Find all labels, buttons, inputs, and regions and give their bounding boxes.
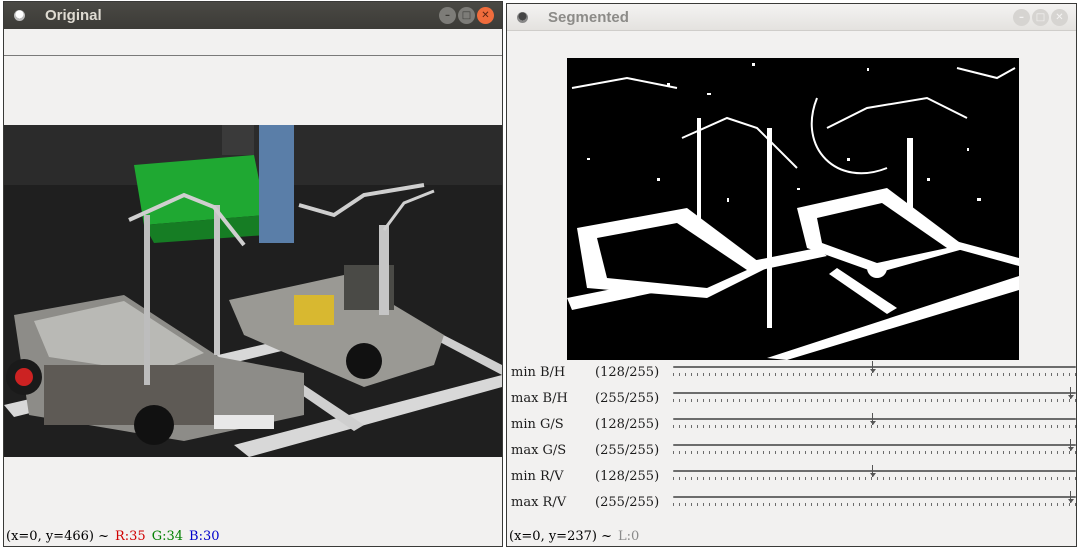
trackbar-slider[interactable]	[673, 387, 1076, 403]
trackbar-slider[interactable]	[673, 491, 1076, 507]
pixel-green: G:34	[151, 528, 184, 544]
trackbar-label: max B/H	[511, 391, 568, 406]
trackbar-ticks	[673, 451, 1076, 454]
minimize-icon[interactable]: –	[1013, 9, 1030, 26]
trackbar-handle[interactable]	[870, 361, 877, 373]
trackbar-slider[interactable]	[673, 413, 1076, 429]
trackbar-label: min R/V	[511, 469, 564, 484]
trackbar-handle[interactable]	[1068, 491, 1075, 503]
cursor-coords: (x=0, y=237) ~	[509, 528, 612, 544]
trackbar-slider[interactable]	[673, 439, 1076, 455]
binary-mask	[567, 58, 1019, 360]
robots-photo	[4, 125, 502, 457]
trackbar-groove	[673, 392, 1076, 394]
trackbar-value: (128/255)	[595, 417, 660, 432]
original-image[interactable]	[4, 125, 502, 457]
minimize-icon[interactable]: –	[439, 7, 456, 24]
segmented-window[interactable]: Segmented – □ ✕ min B/H (128/255) max B/…	[506, 3, 1077, 547]
trackbar-value: (255/255)	[595, 495, 660, 510]
original-titlebar[interactable]: Original – □ ✕	[4, 2, 502, 29]
segmented-title: Segmented	[548, 8, 629, 26]
trackbar-label: max R/V	[511, 495, 567, 510]
maximize-icon[interactable]: □	[1032, 9, 1049, 26]
trackbar-panel: min B/H (128/255) max B/H (255/255) min G/S (…	[507, 359, 1077, 515]
trackbar-value: (255/255)	[595, 391, 660, 406]
trackbar-row: min B/H (128/255)	[507, 359, 1077, 385]
trackbar-row: min R/V (128/255)	[507, 463, 1077, 489]
window-controls: – □ ✕	[439, 7, 494, 24]
original-title: Original	[45, 7, 102, 24]
segmented-image[interactable]	[567, 58, 1019, 360]
maximize-icon[interactable]: □	[458, 7, 475, 24]
segmented-titlebar[interactable]: Segmented – □ ✕	[507, 4, 1076, 31]
trackbar-ticks	[673, 503, 1076, 506]
trackbar-label: min G/S	[511, 417, 564, 432]
segmented-statusbar: (x=0, y=237) ~ L:0	[507, 526, 640, 546]
trackbar-handle[interactable]	[870, 413, 877, 425]
app-icon	[14, 10, 25, 21]
trackbar-label: max G/S	[511, 443, 567, 458]
trackbar-row: max R/V (255/255)	[507, 489, 1077, 515]
trackbar-ticks	[673, 477, 1076, 480]
trackbar-row: max B/H (255/255)	[507, 385, 1077, 411]
trackbar-value: (255/255)	[595, 443, 660, 458]
trackbar-slider[interactable]	[673, 361, 1076, 377]
trackbar-ticks	[673, 399, 1076, 402]
original-statusbar: (x=0, y=466) ~ R:35 G:34 B:30	[4, 526, 220, 546]
trackbar-ticks	[673, 425, 1076, 428]
original-toolbar	[4, 29, 502, 56]
trackbar-row: max G/S (255/255)	[507, 437, 1077, 463]
close-icon[interactable]: ✕	[477, 7, 494, 24]
trackbar-handle[interactable]	[1068, 387, 1075, 399]
app-icon	[517, 11, 528, 23]
pixel-red: R:35	[114, 528, 146, 544]
trackbar-slider[interactable]	[673, 465, 1076, 481]
cursor-coords: (x=0, y=466) ~	[6, 528, 109, 544]
window-controls: – □ ✕	[1013, 9, 1068, 26]
trackbar-row: min G/S (128/255)	[507, 411, 1077, 437]
trackbar-value: (128/255)	[595, 469, 660, 484]
trackbar-handle[interactable]	[1068, 439, 1075, 451]
original-window[interactable]: Original – □ ✕ (x=0, y=466) ~ R:35 G:34 …	[3, 1, 503, 547]
trackbar-value: (128/255)	[595, 365, 660, 380]
pixel-blue: B:30	[189, 528, 220, 544]
trackbar-groove	[673, 496, 1076, 498]
close-icon[interactable]: ✕	[1051, 9, 1068, 26]
trackbar-ticks	[673, 373, 1076, 376]
trackbar-groove	[673, 444, 1076, 446]
segmented-toolbar	[507, 31, 1076, 59]
pixel-luminance: L:0	[617, 528, 640, 544]
trackbar-handle[interactable]	[870, 465, 877, 477]
trackbar-label: min B/H	[511, 365, 566, 380]
